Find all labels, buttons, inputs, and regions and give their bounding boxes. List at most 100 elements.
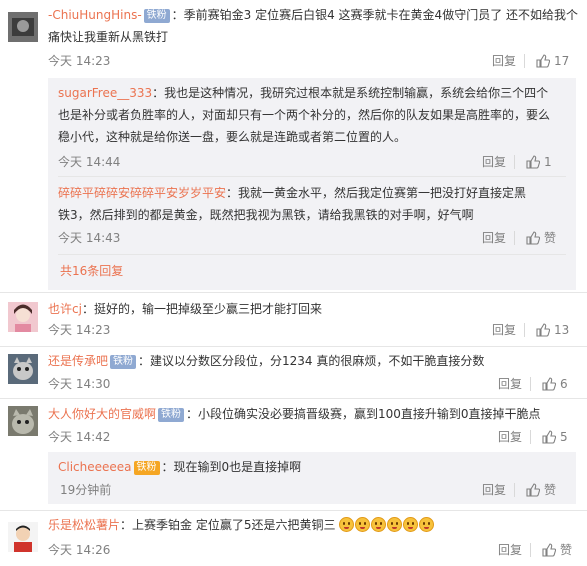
reply-button[interactable]: 回复 (482, 230, 506, 246)
reply-button[interactable]: 回复 (498, 429, 522, 445)
comment-body: ：建议以分数区分段位，分1234 真的很麻烦，不如干脆直接分数 (138, 354, 485, 368)
timestamp: 今天 14:30 (48, 377, 111, 391)
like-button[interactable]: 赞 (526, 230, 556, 246)
reply-timestamp: 今天 14:43 (58, 231, 121, 245)
comment-text: 大人你好大的官威啊 铁粉 ：小段位确实没必要搞晋级赛，赢到100直接升输到0直接掉干… (48, 405, 541, 423)
like-count: 17 (554, 54, 570, 68)
comment-1: -ChiuHungHins- 铁粉 ：季前赛铂金3 定位赛后白银4 这赛季就卡在黄金… (0, 0, 587, 300)
separator (530, 377, 531, 391)
reply-button[interactable]: 回复 (482, 154, 506, 170)
comment-body: ：季前赛铂金3 定位赛后白银4 这赛季就卡在黄金4做守门员了 还不如给我个 (171, 8, 579, 22)
reply-button[interactable]: 回复 (498, 376, 522, 392)
reply-button[interactable]: 回复 (498, 542, 522, 558)
reply-text: 碎碎平碎碎安碎碎平安岁岁平安：我就一黄金水平，然后我定位赛第一把没打好直接定黑 (58, 184, 526, 202)
reply-divider (58, 176, 566, 177)
reply-username[interactable]: Clicheeeeea (58, 460, 132, 474)
laughing-emoji-icon (387, 517, 403, 532)
comment-body-line2: 痛快让我重新从黑铁打 (48, 30, 169, 44)
comment-5: 乐是松松薯片：上赛季铂金 定位赢了5还是六把黄铜三 今天 14:26 回复 赞 (0, 510, 587, 566)
reply-text: sugarFree__333：我也是这种情况，我研究过根本就是系统控制输赢，系统… (58, 84, 548, 102)
separator (514, 483, 515, 497)
laughing-emoji-icon (371, 517, 387, 532)
fan-badge: 铁粉 (133, 461, 160, 475)
reply-button[interactable]: 回复 (492, 53, 516, 69)
like-button[interactable]: 赞 (542, 542, 572, 558)
like-count: 13 (554, 323, 570, 337)
reply-button[interactable]: 回复 (482, 482, 506, 498)
laughing-emoji-icon (419, 517, 435, 532)
comment-body: ：挺好的，输一把掉级至少赢三把才能打回来 (81, 302, 322, 316)
more-replies-link[interactable]: 共16条回复 (60, 263, 123, 279)
reply-body-line3: 稳小代，这种就是给你送一盘，要么就是连跪或者第二位置的人。 (58, 130, 407, 144)
like-button[interactable]: 5 (542, 429, 568, 445)
username[interactable]: 还是传承吧 (48, 354, 108, 368)
avatar[interactable] (8, 354, 38, 384)
separator (530, 430, 531, 444)
comment-4: 大人你好大的官威啊 铁粉 ：小段位确实没必要搞晋级赛，赢到100直接升输到0直接掉干… (0, 398, 587, 508)
username[interactable]: 乐是松松薯片 (48, 518, 120, 532)
reply-body: ：现在输到0也是直接掉啊 (161, 460, 302, 474)
reply-username[interactable]: 碎碎平碎碎安碎碎平安岁岁平安 (58, 186, 226, 200)
timestamp: 今天 14:26 (48, 543, 111, 557)
comment-text: 乐是松松薯片：上赛季铂金 定位赢了5还是六把黄铜三 (48, 516, 435, 534)
separator (514, 155, 515, 169)
reply-username[interactable]: sugarFree__333 (58, 86, 152, 100)
laughing-emoji-icon (339, 517, 355, 532)
avatar[interactable] (8, 406, 38, 436)
reply-body: ：我也是这种情况，我研究过根本就是系统控制输赢，系统会给你三个四个 (152, 86, 549, 100)
fan-badge: 铁粉 (158, 408, 185, 422)
reply-button[interactable]: 回复 (492, 322, 516, 338)
separator (524, 323, 525, 337)
comment-body: ：小段位确实没必要搞晋级赛，赢到100直接升输到0直接掉干脆点 (186, 407, 541, 421)
like-label: 赞 (544, 483, 557, 497)
like-count: 5 (560, 430, 568, 444)
fan-badge: 铁粉 (110, 355, 137, 369)
fan-badge: 铁粉 (143, 9, 170, 23)
thumbs-up-icon (526, 483, 541, 497)
reply-text: Clicheeeeea 铁粉 ：现在输到0也是直接掉啊 (58, 458, 301, 476)
separator (514, 231, 515, 245)
comment-2: 也许cj：挺好的，输一把掉级至少赢三把才能打回来 今天 14:23 回复 13 (0, 294, 587, 346)
comment-3: 还是传承吧 铁粉 ：建议以分数区分段位，分1234 真的很麻烦，不如干脆直接分数 今… (0, 346, 587, 398)
like-button[interactable]: 6 (542, 376, 568, 392)
reply-divider (58, 254, 566, 255)
avatar[interactable] (8, 12, 38, 42)
like-button[interactable]: 17 (536, 53, 569, 69)
comment-body: ：上赛季铂金 定位赢了5还是六把黄铜三 (120, 518, 336, 532)
username[interactable]: -ChiuHungHins- (48, 8, 142, 22)
like-button[interactable]: 1 (526, 154, 552, 170)
like-button[interactable]: 13 (536, 322, 569, 338)
reply-body-line2: 也是补分或者负胜率的人，对面却只有一个两个补分的，然后你的队友如果是高胜率的，要… (58, 108, 551, 122)
reply-timestamp: 今天 14:44 (58, 155, 121, 169)
thumbs-up-icon (536, 323, 551, 337)
comment-text: -ChiuHungHins- 铁粉 ：季前赛铂金3 定位赛后白银4 这赛季就卡在黄金… (48, 6, 578, 24)
like-label: 赞 (544, 231, 557, 245)
like-button[interactable]: 赞 (526, 482, 556, 498)
thumbs-up-icon (526, 155, 541, 169)
timestamp: 今天 14:23 (48, 323, 111, 337)
username[interactable]: 大人你好大的官威啊 (48, 407, 156, 421)
laughing-emoji-icon (403, 517, 419, 532)
comment-divider (0, 292, 587, 293)
reply-body-line2: 铁3，然后排到的都是黄金，既然把我视为黑铁，请给我黑铁的对手啊，好气啊 (58, 208, 474, 222)
laughing-emoji-icon (355, 517, 371, 532)
thumbs-up-icon (536, 54, 551, 68)
separator (524, 54, 525, 68)
timestamp: 今天 14:23 (48, 54, 111, 68)
separator (530, 543, 531, 557)
like-count: 1 (544, 155, 552, 169)
like-count: 6 (560, 377, 568, 391)
thumbs-up-icon (526, 231, 541, 245)
like-label: 赞 (560, 543, 573, 557)
avatar[interactable] (8, 522, 38, 552)
reply-timestamp: 19分钟前 (60, 483, 112, 497)
thumbs-up-icon (542, 377, 557, 391)
comment-text: 还是传承吧 铁粉 ：建议以分数区分段位，分1234 真的很麻烦，不如干脆直接分数 (48, 352, 484, 370)
username[interactable]: 也许cj (48, 302, 82, 316)
comment-text: 也许cj：挺好的，输一把掉级至少赢三把才能打回来 (48, 300, 322, 318)
thumbs-up-icon (542, 543, 557, 557)
avatar[interactable] (8, 302, 38, 332)
thumbs-up-icon (542, 430, 557, 444)
timestamp: 今天 14:42 (48, 430, 111, 444)
reply-body: ：我就一黄金水平，然后我定位赛第一把没打好直接定黑 (226, 186, 527, 200)
